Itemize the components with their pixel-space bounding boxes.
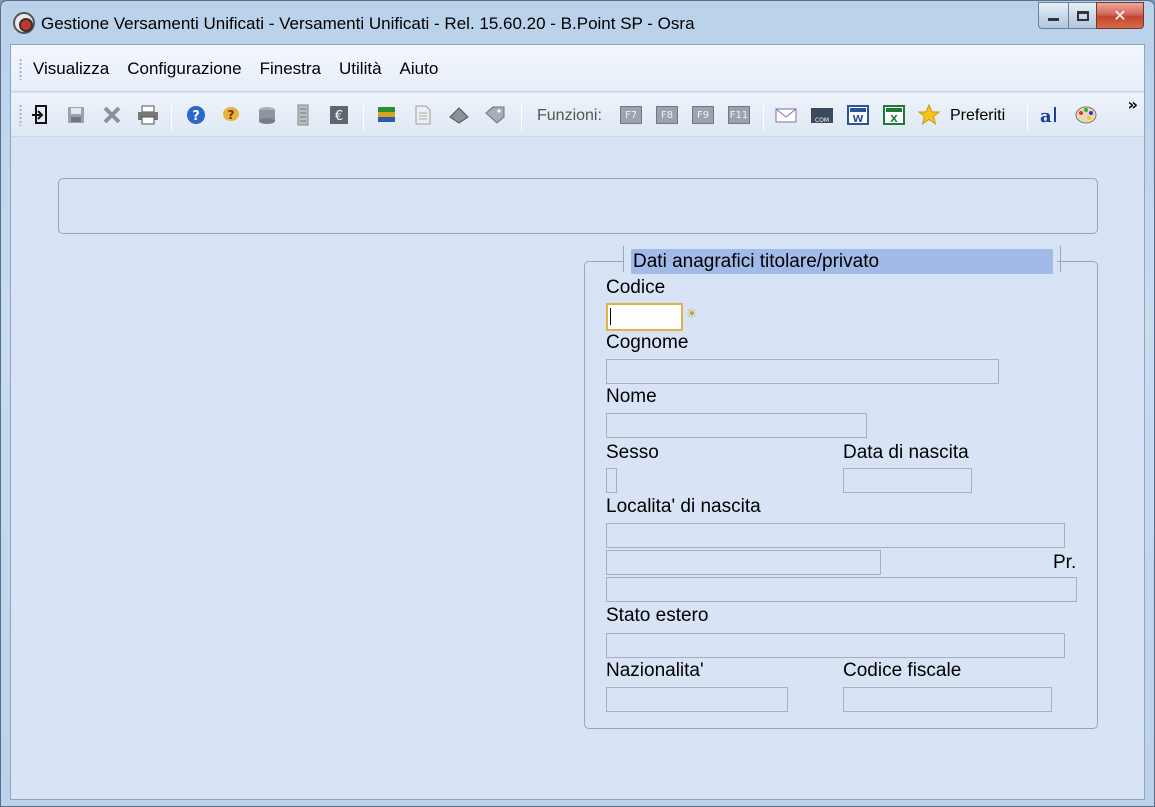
save-icon[interactable] (64, 103, 88, 127)
mail-icon[interactable] (774, 103, 798, 127)
stato-estero-input[interactable] (606, 633, 1065, 658)
sesso-label: Sesso (606, 442, 659, 463)
lookup-icon[interactable]: ☀ (686, 308, 698, 322)
codice-label: Codice (606, 277, 666, 298)
com-icon[interactable]: COM (810, 103, 834, 127)
funzioni-label: Funzioni: (537, 107, 602, 124)
svg-text:X: X (890, 114, 898, 125)
stamp-icon[interactable] (447, 103, 471, 127)
sesso-input[interactable] (606, 468, 617, 493)
close-icon: ✕ (1113, 6, 1127, 25)
codice-fiscale-label: Codice fiscale (843, 660, 962, 681)
codice-input[interactable] (606, 303, 683, 331)
menu-grip[interactable] (19, 58, 22, 80)
application-window: Gestione Versamenti Unificati - Versamen… (0, 0, 1155, 807)
toolbar: ? ? € Funzioni: F7 F8 F9 F11 COM W X Pre… (11, 93, 1144, 137)
menu-visualizza[interactable]: Visualizza (33, 59, 109, 79)
menu-bar: Visualizza Configurazione Finestra Utili… (11, 45, 1144, 92)
font-icon[interactable]: a (1038, 103, 1062, 127)
menu-aiuto[interactable]: Aiuto (400, 59, 439, 79)
palette-icon[interactable] (1074, 103, 1098, 127)
svg-text:€: € (335, 109, 343, 124)
f9-button[interactable]: F9 (692, 106, 714, 124)
text-caret (610, 308, 611, 325)
page-icon[interactable] (411, 103, 435, 127)
svg-text:COM: COM (815, 117, 829, 124)
cognome-input[interactable] (606, 359, 999, 384)
excel-icon[interactable]: X (882, 103, 906, 127)
nome-label: Nome (606, 386, 657, 407)
menu-configurazione[interactable]: Configurazione (127, 59, 241, 79)
toolbar-overflow-icon[interactable]: » (1128, 95, 1138, 114)
exit-icon[interactable] (29, 103, 53, 127)
f11-button[interactable]: F11 (728, 106, 750, 124)
provincia-label: Pr. (1053, 552, 1077, 573)
delete-icon[interactable] (100, 103, 124, 127)
minimize-icon (1048, 18, 1059, 21)
maximize-button[interactable] (1068, 2, 1096, 29)
document-stack-icon[interactable] (291, 103, 315, 127)
window-title: Gestione Versamenti Unificati - Versamen… (41, 14, 695, 33)
svg-text:W: W (852, 114, 863, 125)
svg-text:a: a (1040, 106, 1052, 126)
menu-finestra[interactable]: Finestra (260, 59, 321, 79)
euro-icon[interactable]: € (327, 103, 351, 127)
data-nascita-label: Data di nascita (843, 442, 969, 463)
hint-icon[interactable]: ? (219, 103, 243, 127)
close-button[interactable]: ✕ (1096, 2, 1144, 29)
nome-input[interactable] (606, 413, 867, 438)
preferiti-button[interactable]: Preferiti (950, 107, 1005, 125)
svg-text:?: ? (228, 108, 235, 122)
localita-nascita-label: Localita' di nascita (606, 496, 761, 517)
group-title: Dati anagrafici titolare/privato (631, 249, 1053, 274)
maximize-icon (1076, 10, 1089, 21)
localita-nascita-input[interactable] (606, 523, 1065, 548)
help-icon[interactable]: ? (184, 103, 208, 127)
nazionalita-label: Nazionalita' (606, 660, 704, 681)
word-icon[interactable]: W (846, 103, 870, 127)
f7-button[interactable]: F7 (620, 106, 642, 124)
books-icon[interactable] (375, 103, 399, 127)
toolbar-grip[interactable] (19, 104, 22, 126)
localita-extra-input[interactable] (606, 577, 1077, 602)
stato-estero-label: Stato estero (606, 605, 709, 626)
client-area: Visualizza Configurazione Finestra Utili… (10, 44, 1145, 800)
app-icon[interactable] (13, 12, 35, 34)
codice-fiscale-input[interactable] (843, 687, 1052, 712)
localita-secondary-input[interactable] (606, 550, 881, 575)
archive-icon[interactable] (255, 103, 279, 127)
tag-icon[interactable] (483, 103, 507, 127)
star-icon[interactable] (917, 103, 941, 127)
title-bar[interactable]: Gestione Versamenti Unificati - Versamen… (1, 1, 1154, 43)
cognome-label: Cognome (606, 332, 689, 353)
data-nascita-input[interactable] (843, 468, 972, 493)
menu-utilita[interactable]: Utilità (339, 59, 382, 79)
nazionalita-input[interactable] (606, 687, 788, 712)
top-panel (58, 178, 1098, 234)
minimize-button[interactable] (1038, 2, 1068, 29)
print-icon[interactable] (136, 103, 160, 127)
f8-button[interactable]: F8 (656, 106, 678, 124)
svg-text:?: ? (192, 109, 200, 124)
